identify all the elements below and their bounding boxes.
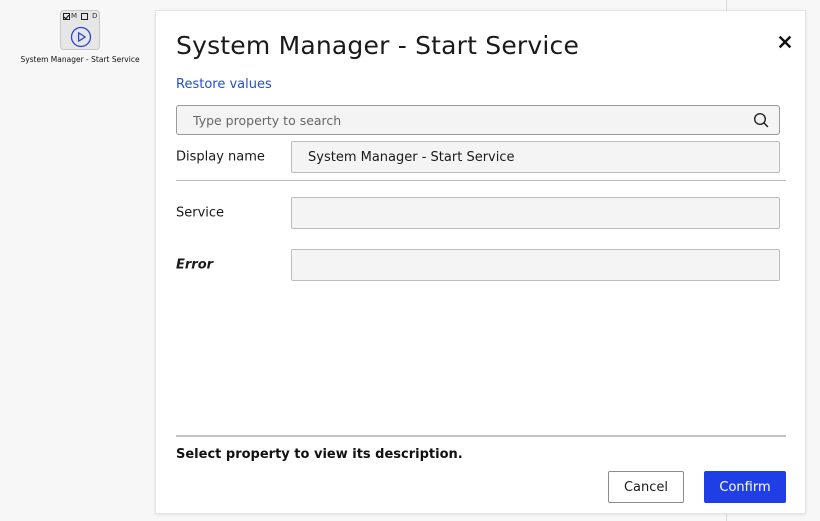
close-icon[interactable] — [776, 33, 794, 51]
dialog-title: System Manager - Start Service — [176, 31, 580, 60]
flag-d-label: D — [92, 12, 98, 20]
cancel-button[interactable]: Cancel — [608, 471, 684, 503]
flag-m-label: M — [71, 12, 78, 20]
error-label: Error — [176, 257, 214, 273]
flag-m-checkbox[interactable] — [63, 12, 70, 20]
node-flags: M D — [63, 12, 101, 20]
service-label: Service — [176, 205, 225, 221]
description-divider — [176, 435, 786, 437]
workflow-canvas: M D System Manager - Start Service Syste… — [0, 0, 820, 521]
display-name-label: Display name — [176, 149, 265, 165]
property-description: Select property to view its description. — [176, 447, 463, 462]
confirm-button[interactable]: Confirm — [704, 471, 786, 503]
play-circle-icon — [70, 26, 92, 48]
node-label: System Manager - Start Service — [20, 55, 140, 64]
restore-values-link[interactable]: Restore values — [176, 77, 272, 92]
property-row-error: Error — [176, 249, 780, 281]
search-icon[interactable] — [753, 112, 769, 128]
property-search — [176, 105, 780, 135]
error-input[interactable] — [291, 249, 780, 281]
workflow-node-start-service[interactable]: M D System Manager - Start Service — [10, 10, 150, 70]
property-row-service: Service — [176, 197, 780, 229]
service-input[interactable] — [291, 197, 780, 229]
node-icon-box[interactable]: M D — [60, 10, 100, 50]
properties-dialog: System Manager - Start Service Restore v… — [156, 11, 805, 513]
display-name-input[interactable] — [291, 141, 780, 173]
property-search-input[interactable] — [177, 106, 747, 134]
header-divider — [176, 180, 786, 181]
display-name-row: Display name — [176, 141, 780, 173]
flag-d-checkbox[interactable] — [81, 12, 89, 20]
